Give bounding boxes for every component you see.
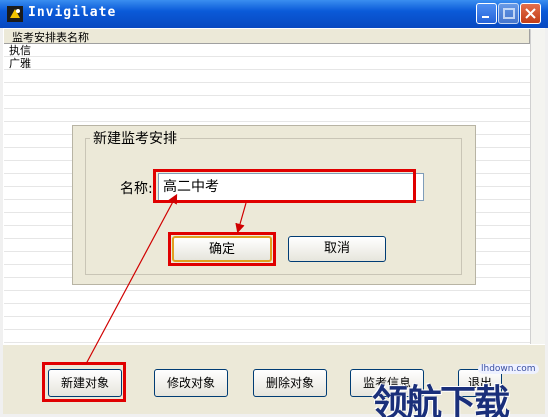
edit-object-button[interactable]: 修改对象 bbox=[154, 369, 228, 397]
minimize-icon bbox=[482, 16, 489, 18]
highlight-ok-button bbox=[168, 232, 276, 266]
cancel-button[interactable]: 取消 bbox=[288, 236, 386, 262]
list-column-header[interactable]: 监考安排表名称 bbox=[4, 29, 530, 44]
watermark-text: 领航下载 bbox=[372, 382, 510, 417]
watermark-url: lhdown.com bbox=[478, 364, 539, 374]
vertical-scrollbar[interactable] bbox=[530, 29, 545, 344]
name-label: 名称: bbox=[120, 181, 153, 197]
window-title: Invigilate bbox=[28, 5, 117, 20]
delete-object-button[interactable]: 删除对象 bbox=[253, 369, 327, 397]
list-item[interactable]: 广雅 bbox=[9, 58, 31, 70]
maximize-icon bbox=[503, 8, 515, 19]
highlight-new-object-button bbox=[42, 362, 126, 402]
list-item[interactable]: 执信 bbox=[9, 45, 31, 57]
title-bar: Invigilate bbox=[0, 0, 548, 28]
close-button[interactable] bbox=[520, 3, 541, 24]
minimize-button[interactable] bbox=[476, 3, 497, 24]
close-icon bbox=[525, 8, 536, 19]
highlight-name-input bbox=[153, 169, 416, 203]
dialog-title: 新建监考安排 bbox=[90, 128, 180, 148]
maximize-button[interactable] bbox=[498, 3, 519, 24]
app-icon bbox=[7, 6, 23, 22]
column-header-label: 监考安排表名称 bbox=[12, 31, 89, 44]
